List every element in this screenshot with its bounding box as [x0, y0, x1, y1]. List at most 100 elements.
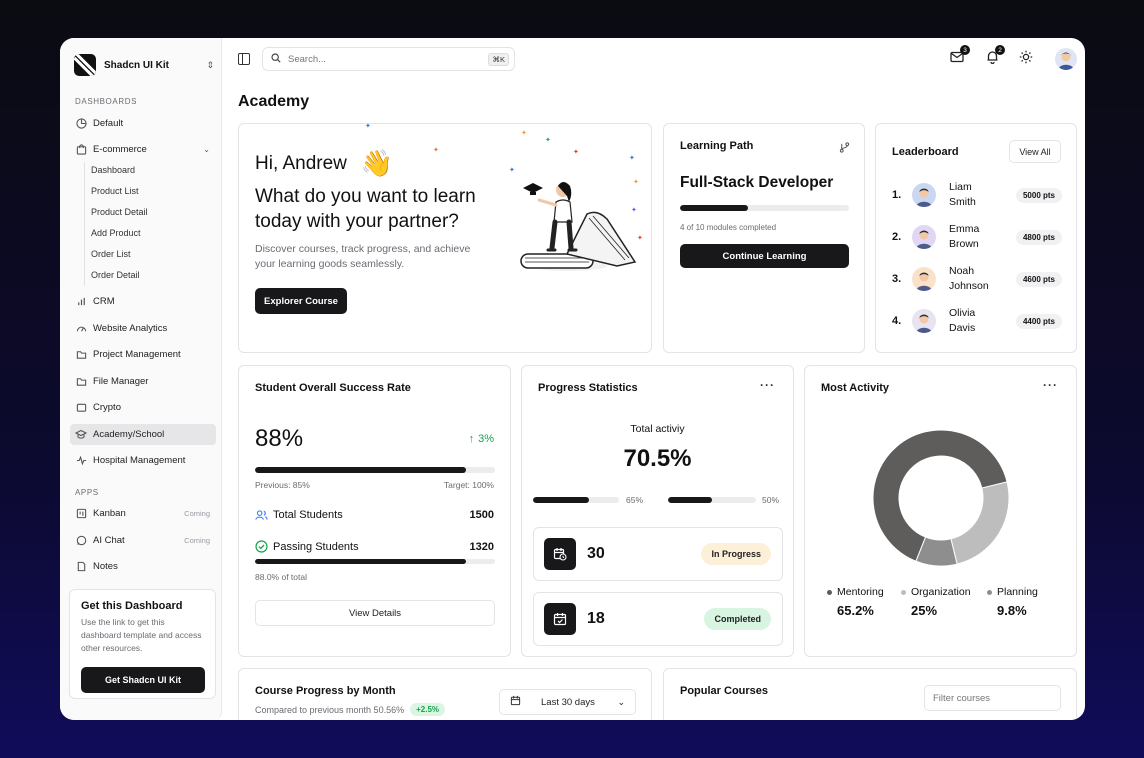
sidebar-subitem-order-list[interactable]: Order List — [91, 249, 131, 259]
sidebar-item-kanban[interactable]: Kanban Coming — [70, 503, 216, 524]
view-all-button[interactable]: View All — [1009, 140, 1061, 163]
points-badge: 4400 pts — [1015, 313, 1062, 329]
first-name: Emma — [949, 223, 980, 235]
in-progress-stat: 30 In Progress — [533, 527, 783, 581]
legend-value: 9.8% — [997, 603, 1027, 618]
sun-icon — [1019, 50, 1033, 69]
success-rate-title: Student Overall Success Rate — [255, 382, 411, 394]
sidebar-subitem-product-detail[interactable]: Product Detail — [91, 207, 148, 217]
rank: 1. — [892, 189, 902, 201]
activity-bar-2-label: 50% — [762, 495, 780, 505]
sidebar-item-hospital[interactable]: Hospital Management — [70, 450, 216, 471]
app-window: Shadcn UI Kit ⇕ DASHBOARDS Default E-com… — [60, 38, 1085, 720]
sidebar-item-crm[interactable]: CRM — [70, 291, 216, 312]
hero-description: Discover courses, track progress, and ac… — [255, 242, 470, 272]
activity-bar-1-label: 65% — [626, 495, 644, 505]
leaderboard-row: 1. Liam Smith 5000 pts — [892, 179, 1062, 211]
sidebar-toggle-icon[interactable] — [238, 53, 250, 65]
points-badge: 4800 pts — [1015, 229, 1062, 245]
search-input[interactable] — [288, 53, 489, 65]
total-activity-value: 70.5% — [623, 445, 692, 472]
sidebar-item-label: Notes — [93, 561, 118, 572]
user-avatar[interactable] — [1055, 48, 1077, 70]
sparkle-icon: ✦ — [433, 147, 439, 154]
hero-headline: What do you want to learn today with you… — [255, 184, 476, 234]
modules-caption: 4 of 10 modules completed — [680, 223, 777, 232]
sidebar-item-project-management[interactable]: Project Management — [70, 344, 216, 365]
promo-text: Use the link to get this dashboard templ… — [81, 617, 202, 653]
sidebar-item-label: Crypto — [93, 402, 121, 413]
date-range-select[interactable]: Last 30 days ⌄ — [499, 689, 636, 715]
passing-progress-bar — [255, 559, 495, 564]
filter-courses-input[interactable] — [924, 685, 1061, 711]
hero-desc-line: your learning goods seamlessly. — [255, 258, 405, 270]
notifications-button[interactable]: 2 — [984, 45, 1005, 67]
explore-course-button[interactable]: Explorer Course — [255, 288, 347, 314]
hero-desc-line: Discover courses, track progress, and ac… — [255, 243, 471, 255]
brand-switcher[interactable]: Shadcn UI Kit ⇕ — [74, 53, 214, 77]
activity-donut-chart — [872, 429, 1010, 567]
leaderboard-row: 4. Olivia Davis 4400 pts — [892, 305, 1062, 337]
view-details-button[interactable]: View Details — [255, 600, 495, 626]
sidebar-item-label: File Manager — [93, 376, 149, 387]
greeting: Hi, Andrew 👋 — [255, 148, 393, 179]
course-progress-card: Course Progress by Month Compared to pre… — [238, 668, 652, 720]
sidebar-item-website-analytics[interactable]: Website Analytics — [70, 318, 216, 339]
continue-learning-button[interactable]: Continue Learning — [680, 244, 849, 268]
passing-progress-fill — [255, 559, 467, 564]
search-icon — [271, 50, 281, 68]
target-rate: Target: 100% — [443, 480, 494, 490]
activity-bar-1-fill — [533, 497, 589, 503]
wallet-icon — [75, 402, 87, 414]
sparkle-icon: ✦ — [509, 167, 515, 174]
sparkle-icon: ✦ — [521, 130, 527, 137]
sidebar-item-academy[interactable]: Academy/School — [70, 424, 216, 445]
most-activity-title: Most Activity — [821, 382, 890, 394]
chevron-up-down-icon: ⇕ — [206, 59, 214, 70]
mail-button[interactable]: 3 — [949, 45, 970, 67]
legend-dot — [827, 589, 832, 595]
success-change: ↑ 3% — [469, 433, 494, 445]
theme-toggle-button[interactable] — [1018, 50, 1034, 69]
folder-icon — [75, 376, 87, 388]
shortcut-badge: ⌘K — [488, 52, 509, 66]
more-options-icon[interactable]: ··· — [760, 378, 775, 392]
search-bar[interactable]: ⌘K — [262, 47, 515, 71]
learning-path-title: Learning Path — [680, 140, 754, 152]
last-name: Johnson — [949, 280, 989, 292]
leaderboard-title: Leaderboard — [892, 146, 959, 158]
sidebar-subitem-add-product[interactable]: Add Product — [91, 228, 141, 238]
get-kit-button[interactable]: Get Shadcn UI Kit — [81, 667, 205, 693]
rank: 2. — [892, 231, 902, 243]
first-name: Liam — [949, 181, 972, 193]
donut-slice-organization[interactable] — [950, 481, 1010, 565]
sidebar-item-file-manager[interactable]: File Manager — [70, 371, 216, 392]
sidebar-item-crypto[interactable]: Crypto — [70, 397, 216, 418]
student-reading-illustration — [520, 182, 637, 271]
last-name: Smith — [949, 196, 976, 208]
total-students-label: Total Students — [273, 509, 343, 521]
sidebar-item-label: E-commerce — [93, 144, 147, 155]
sidebar-item-default[interactable]: Default — [70, 113, 216, 134]
welcome-card: Hi, Andrew 👋 What do you want to learn t… — [238, 123, 652, 353]
date-range-value: Last 30 days — [541, 696, 595, 708]
leaderboard-name: Noah Johnson — [949, 264, 1009, 294]
sidebar-item-ai-chat[interactable]: AI Chat Coming — [70, 530, 216, 551]
rank: 4. — [892, 315, 902, 327]
leaderboard-row: 2. Emma Brown 4800 pts — [892, 221, 1062, 253]
sidebar-item-ecommerce[interactable]: E-commerce ⌄ — [70, 139, 216, 160]
sparkle-icon: ✦ — [637, 235, 643, 242]
sidebar-subitem-order-detail[interactable]: Order Detail — [91, 270, 140, 280]
avatar — [912, 225, 936, 249]
calendar-clock-icon — [544, 538, 576, 570]
sidebar-item-label: Project Management — [93, 349, 181, 360]
success-progress-fill — [255, 467, 467, 473]
sidebar-subitem-dashboard[interactable]: Dashboard — [91, 165, 135, 175]
sidebar-item-notes[interactable]: Notes — [70, 556, 216, 577]
leaderboard-card: Leaderboard View All 1. Liam Smith 5000 pts… — [875, 123, 1077, 353]
shopping-bag-icon — [75, 144, 87, 156]
more-options-icon[interactable]: ··· — [1043, 378, 1058, 392]
sidebar-subitem-product-list[interactable]: Product List — [91, 186, 139, 196]
waving-hand-icon: 👋 — [360, 148, 394, 178]
section-title-apps: APPS — [75, 488, 99, 497]
